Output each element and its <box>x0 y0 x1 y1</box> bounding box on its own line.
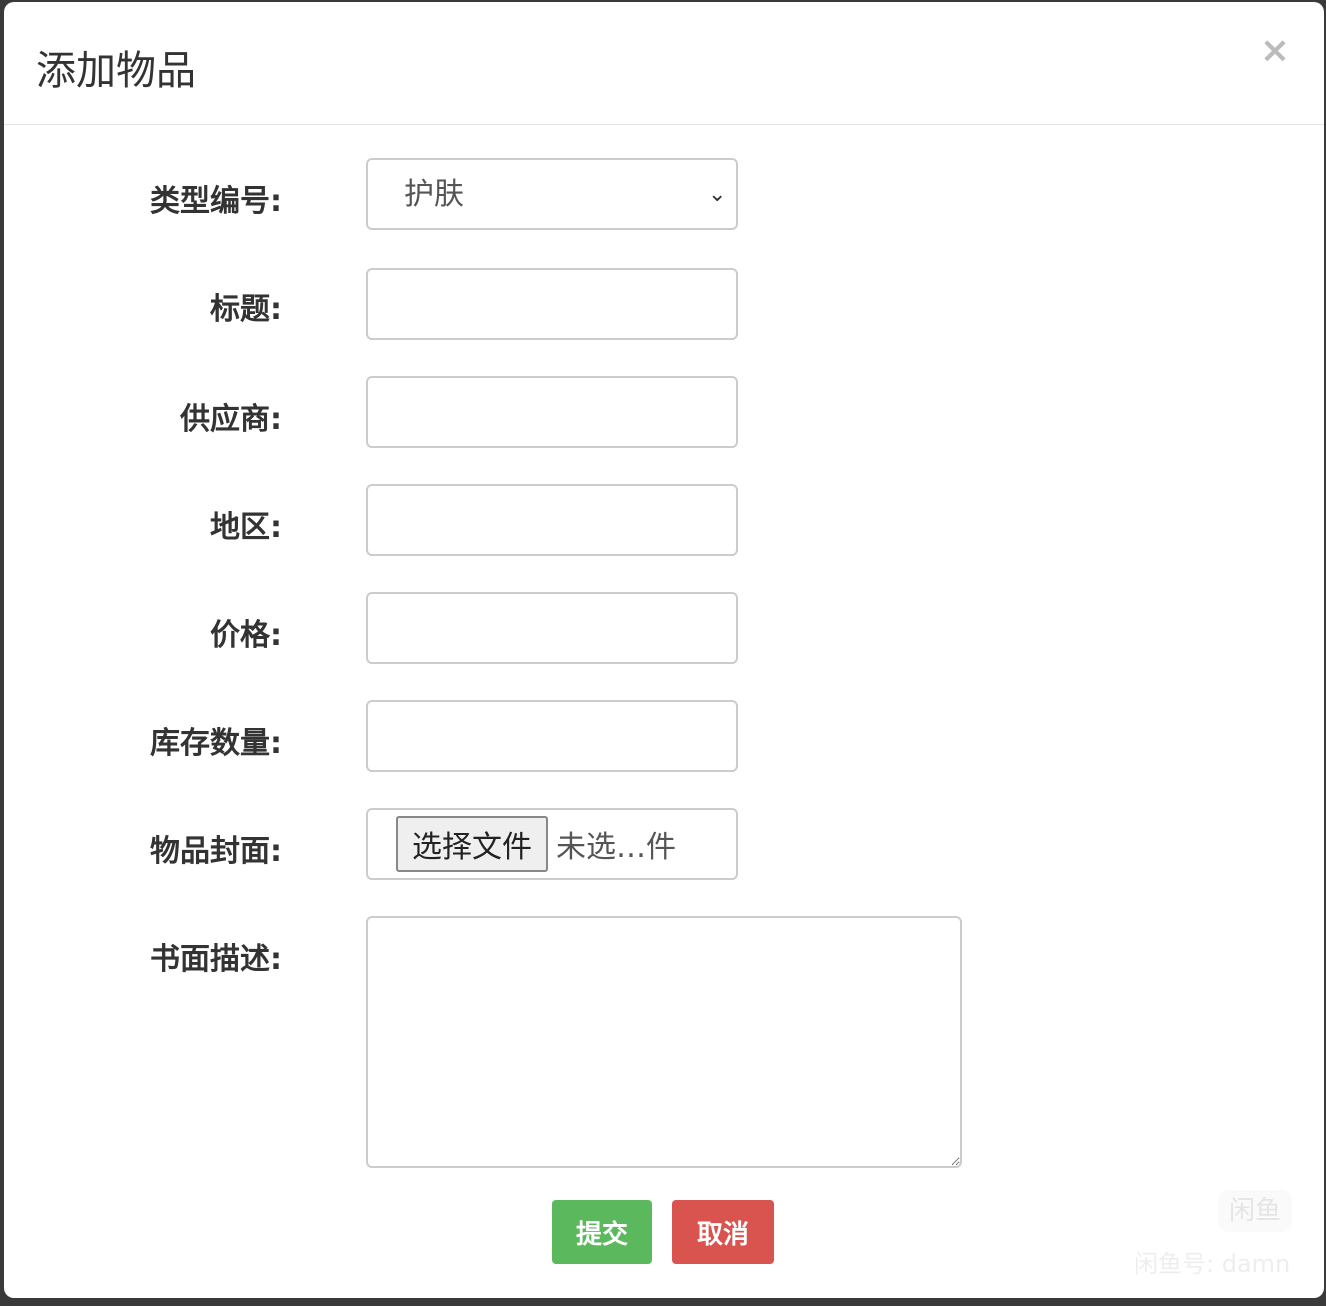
close-icon[interactable]: × <box>1260 30 1290 71</box>
description-label: 书面描述: <box>150 942 282 977</box>
choose-file-button[interactable]: 选择文件 <box>396 816 548 872</box>
description-textarea[interactable] <box>366 916 962 1168</box>
region-label: 地区: <box>210 510 282 545</box>
add-item-dialog: 添加物品 × 类型编号: 护肤 ⌄ 标题: 供应商: 地区: 价格: 库存数量:… <box>4 2 1324 1298</box>
cover-file-input[interactable]: 选择文件 未选…件 <box>366 808 738 880</box>
price-label: 价格: <box>210 618 282 653</box>
price-input[interactable] <box>366 592 738 664</box>
type-label: 类型编号: <box>150 184 282 219</box>
supplier-input[interactable] <box>366 376 738 448</box>
region-input[interactable] <box>366 484 738 556</box>
stock-input[interactable] <box>366 700 738 772</box>
cover-label: 物品封面: <box>150 834 282 869</box>
dialog-title: 添加物品 <box>36 48 196 94</box>
watermark-text: 闲鱼号: damn <box>1134 1250 1291 1278</box>
stock-label: 库存数量: <box>150 726 282 761</box>
title-input[interactable] <box>366 268 738 340</box>
watermark-logo: 闲鱼 <box>1218 1190 1292 1232</box>
title-label: 标题: <box>210 292 282 327</box>
cancel-button[interactable]: 取消 <box>672 1200 774 1264</box>
type-select[interactable]: 护肤 <box>366 158 738 230</box>
submit-button[interactable]: 提交 <box>552 1200 652 1264</box>
file-status: 未选…件 <box>556 830 676 865</box>
supplier-label: 供应商: <box>180 402 282 437</box>
chevron-down-icon: ⌄ <box>708 182 727 207</box>
dialog-header: 添加物品 × <box>4 2 1324 125</box>
